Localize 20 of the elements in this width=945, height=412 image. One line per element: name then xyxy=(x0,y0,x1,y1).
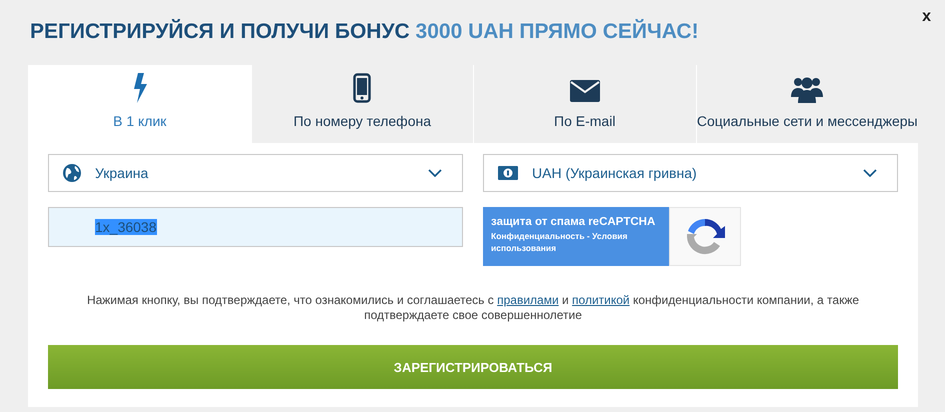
recaptcha-logo-icon xyxy=(669,207,741,266)
rules-link[interactable]: правилами xyxy=(497,293,559,307)
lightning-icon xyxy=(132,73,148,103)
dialog-title: РЕГИСТРИРУЙСЯ И ПОЛУЧИ БОНУС 3000 UAH ПРЯМО СЕЙЧАС! xyxy=(30,20,699,44)
country-select[interactable]: Украина xyxy=(48,154,463,192)
currency-select[interactable]: UAH (Украинская гривна) xyxy=(483,154,898,192)
globe-icon xyxy=(63,164,81,182)
chevron-down-icon xyxy=(863,169,877,177)
envelope-icon xyxy=(570,79,600,103)
tab[interactable]: По E-mail xyxy=(473,65,696,143)
terms-text: Нажимая кнопку, вы подтверждаете, что ознакомились и соглашаетесь с правилами и политикой конфиденциальности компании, а также подтверждаете свое совершеннолетие xyxy=(86,293,860,323)
banknote-icon xyxy=(498,166,518,180)
recaptcha-title: защита от спама reCAPTCHA xyxy=(491,216,656,228)
policy-link[interactable]: политикой xyxy=(572,293,630,307)
chevron-down-icon xyxy=(428,169,442,177)
tab[interactable]: Социальные сети и мессенджеры xyxy=(696,65,918,143)
tab[interactable]: По номеру телефона xyxy=(250,65,473,143)
close-button[interactable]: x xyxy=(918,6,935,28)
people-icon xyxy=(791,75,824,103)
phone-icon xyxy=(353,73,372,103)
